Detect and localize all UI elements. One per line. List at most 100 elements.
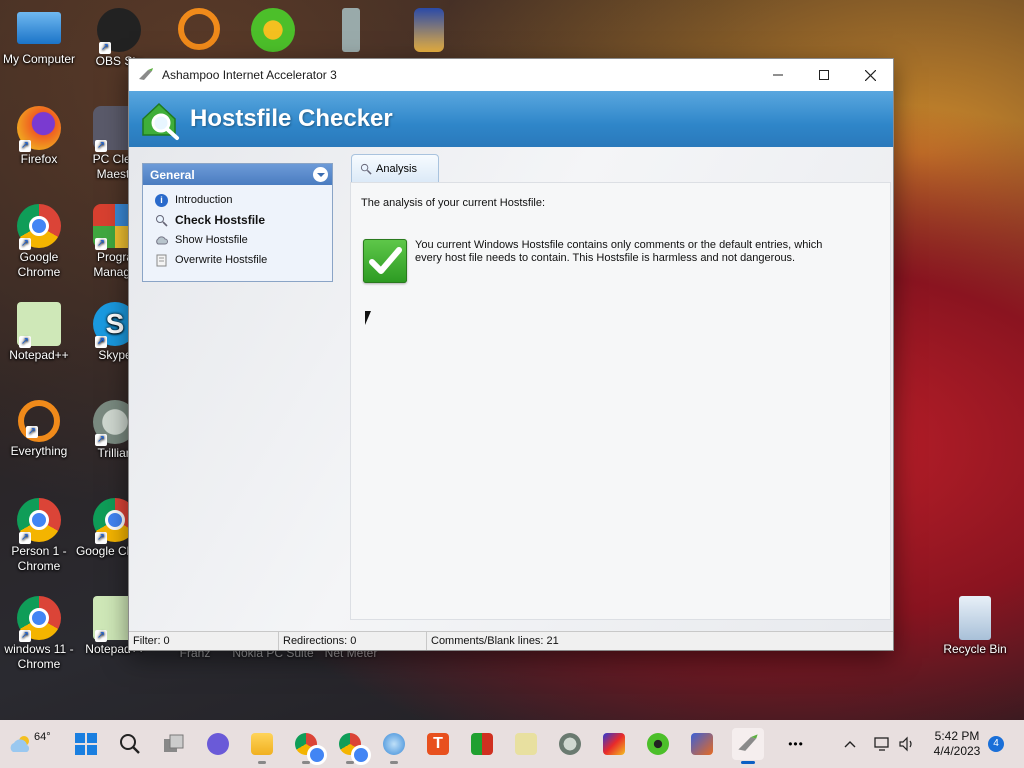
taskbar-ashampoo[interactable] xyxy=(732,728,764,764)
flower-icon xyxy=(647,733,669,755)
globe-icon xyxy=(383,733,405,755)
tray-network[interactable] xyxy=(874,720,892,768)
sidebar-item-overwrite-hostsfile[interactable]: Overwrite Hostsfile xyxy=(143,250,332,270)
help-icon xyxy=(515,733,537,755)
tab-analysis[interactable]: Analysis xyxy=(351,154,439,183)
clock-time: 5:42 PM xyxy=(934,729,980,743)
sidebar-header[interactable]: General xyxy=(143,164,332,185)
chrome-icon: ↗ xyxy=(17,498,61,544)
tray-clock[interactable]: 5:42 PM 4/4/2023 xyxy=(930,720,984,768)
collapse-icon[interactable] xyxy=(313,167,328,182)
desktop-icon-everything-top[interactable] xyxy=(158,8,240,52)
taskbar-app-help[interactable] xyxy=(510,728,542,760)
desktop-icon-firefox[interactable]: ↗ Firefox xyxy=(0,106,80,167)
volume-icon xyxy=(899,736,912,752)
analysis-panel: The analysis of your current Hostsfile: … xyxy=(350,182,891,620)
taskbar-app-arrows[interactable] xyxy=(466,728,498,760)
windows-icon xyxy=(75,733,97,755)
weather-widget[interactable]: 64° xyxy=(8,720,51,768)
trillian-icon xyxy=(559,733,581,755)
taskbar-app-blue[interactable] xyxy=(378,728,410,764)
desktop-icon-notepadpp[interactable]: ↗ Notepad++ xyxy=(0,302,80,363)
taskbar-file-explorer[interactable] xyxy=(246,728,278,764)
maximize-button[interactable] xyxy=(801,59,847,91)
shortcut-arrow-icon: ↗ xyxy=(19,532,31,544)
desktop-icon-person1-chrome[interactable]: ↗ Person 1 - Chrome xyxy=(0,498,80,574)
desktop-icon-phone[interactable] xyxy=(310,8,392,54)
desktop-icon-icq[interactable] xyxy=(232,8,314,54)
flower-icon xyxy=(251,8,295,52)
t-app-icon: T xyxy=(427,733,449,755)
minimize-icon xyxy=(773,74,783,76)
sidebar-item-introduction[interactable]: i Introduction xyxy=(143,190,332,210)
shortcut-arrow-icon: ↗ xyxy=(26,426,38,438)
chat-icon xyxy=(207,733,229,755)
notepadpp-icon: ↗ xyxy=(17,302,61,348)
clock-date: 4/4/2023 xyxy=(933,744,981,758)
desktop-icon-my-computer[interactable]: My Computer xyxy=(0,8,80,67)
shortcut-arrow-icon: ↗ xyxy=(95,630,107,642)
maximize-icon xyxy=(819,70,829,80)
weather-temperature: 64° xyxy=(34,731,51,743)
everything-icon: ↗ xyxy=(18,400,60,442)
taskbar-chrome-profile[interactable] xyxy=(334,728,371,765)
status-redirections: Redirections: 0 xyxy=(279,632,427,650)
analysis-result-message: You current Windows Hostsfile contains o… xyxy=(415,239,823,264)
sidebar-item-show-hostsfile[interactable]: Show Hostsfile xyxy=(143,230,332,250)
taskbar-app-icq[interactable] xyxy=(642,728,674,760)
running-indicator xyxy=(302,761,310,764)
analysis-intro: The analysis of your current Hostsfile: xyxy=(361,197,546,209)
sidebar-item-check-hostsfile[interactable]: Check Hostsfile xyxy=(143,210,332,230)
chrome-icon: ↗ xyxy=(17,596,61,642)
taskbar: 64° T ••• 5:42 PM 4/4/2023 4 xyxy=(0,720,1024,768)
taskbar-chat[interactable] xyxy=(202,728,234,760)
desktop-icon-google-chrome[interactable]: ↗ Google Chrome xyxy=(0,204,80,280)
desktop-icon-windows11-chrome[interactable]: ↗ windows 11 - Chrome xyxy=(0,596,80,672)
task-view[interactable] xyxy=(158,728,190,760)
house-magnifier-icon xyxy=(142,102,179,140)
folder-icon xyxy=(251,733,273,755)
taskbar-app-colorful[interactable] xyxy=(598,728,630,760)
notification-badge: 4 xyxy=(988,736,1004,752)
minimize-button[interactable] xyxy=(755,59,801,91)
taskbar-search[interactable] xyxy=(114,728,146,760)
colorful-app-icon xyxy=(603,733,625,755)
status-comments: Comments/Blank lines: 21 xyxy=(431,635,559,647)
desktop-icon-recycle-bin[interactable]: Recycle Bin xyxy=(934,596,1016,657)
sidebar-panel: General i Introduction Check Hostsfile S… xyxy=(142,163,333,282)
running-indicator xyxy=(258,761,266,764)
taskbar-app-trillian[interactable] xyxy=(554,728,586,760)
running-indicator xyxy=(346,761,354,764)
start-button[interactable] xyxy=(70,728,102,760)
status-bar: Filter: 0 Redirections: 0 Comments/Blank… xyxy=(129,631,893,650)
shortcut-arrow-icon: ↗ xyxy=(19,238,31,250)
status-filter: Filter: 0 xyxy=(129,632,279,650)
cloud-icon xyxy=(155,234,168,247)
title-bar: Ashampoo Internet Accelerator 3 xyxy=(129,59,893,91)
everything-icon xyxy=(178,8,220,50)
window-title: Ashampoo Internet Accelerator 3 xyxy=(162,68,337,82)
desktop-icon-game[interactable] xyxy=(388,8,470,54)
magnifier-icon xyxy=(360,163,372,175)
chevron-up-icon xyxy=(844,741,856,748)
notification-center[interactable]: 4 xyxy=(988,720,1004,768)
shortcut-arrow-icon: ↗ xyxy=(95,140,107,152)
obs-icon: ↗ xyxy=(97,8,141,54)
chrome-icon: ↗ xyxy=(17,204,61,250)
close-button[interactable] xyxy=(847,59,893,91)
task-view-icon xyxy=(164,734,184,752)
network-icon xyxy=(874,737,889,751)
taskbar-chrome[interactable] xyxy=(290,728,327,765)
running-indicator xyxy=(390,761,398,764)
phone-icon xyxy=(342,8,360,52)
up-down-arrows-icon xyxy=(471,733,493,755)
shortcut-arrow-icon: ↗ xyxy=(95,336,107,348)
taskbar-app-t[interactable]: T xyxy=(422,728,454,760)
header-banner: Hostsfile Checker xyxy=(129,91,893,147)
taskbar-more[interactable]: ••• xyxy=(780,728,812,760)
tray-volume[interactable] xyxy=(898,720,916,768)
shortcut-arrow-icon: ↗ xyxy=(95,238,107,250)
tray-chevron[interactable] xyxy=(844,720,856,768)
taskbar-app-mix[interactable] xyxy=(686,728,718,760)
desktop-icon-everything[interactable]: ↗ Everything xyxy=(0,400,80,459)
